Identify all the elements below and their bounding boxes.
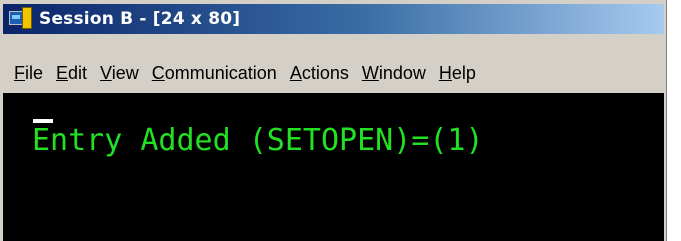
session-window: Session B - [24 x 80] File Edit View Com… xyxy=(0,0,667,241)
title-bar[interactable]: Session B - [24 x 80] xyxy=(3,4,664,34)
menu-window[interactable]: Window xyxy=(362,63,426,84)
monitor-icon xyxy=(9,11,23,25)
terminal-screen[interactable]: Entry Added (SETOPEN)=(1) xyxy=(3,93,664,241)
menu-file[interactable]: File xyxy=(14,63,43,84)
menu-edit[interactable]: Edit xyxy=(56,63,87,84)
session-icon[interactable] xyxy=(9,7,35,31)
menu-bar: File Edit View Communication Actions Win… xyxy=(3,58,664,88)
menu-help[interactable]: Help xyxy=(439,63,476,84)
lightning-icon xyxy=(22,7,32,29)
terminal-line: Entry Added (SETOPEN)=(1) xyxy=(32,123,484,158)
menu-communication[interactable]: Communication xyxy=(152,63,277,84)
menu-actions[interactable]: Actions xyxy=(290,63,349,84)
window-title: Session B - [24 x 80] xyxy=(39,9,241,29)
menu-view[interactable]: View xyxy=(100,63,139,84)
